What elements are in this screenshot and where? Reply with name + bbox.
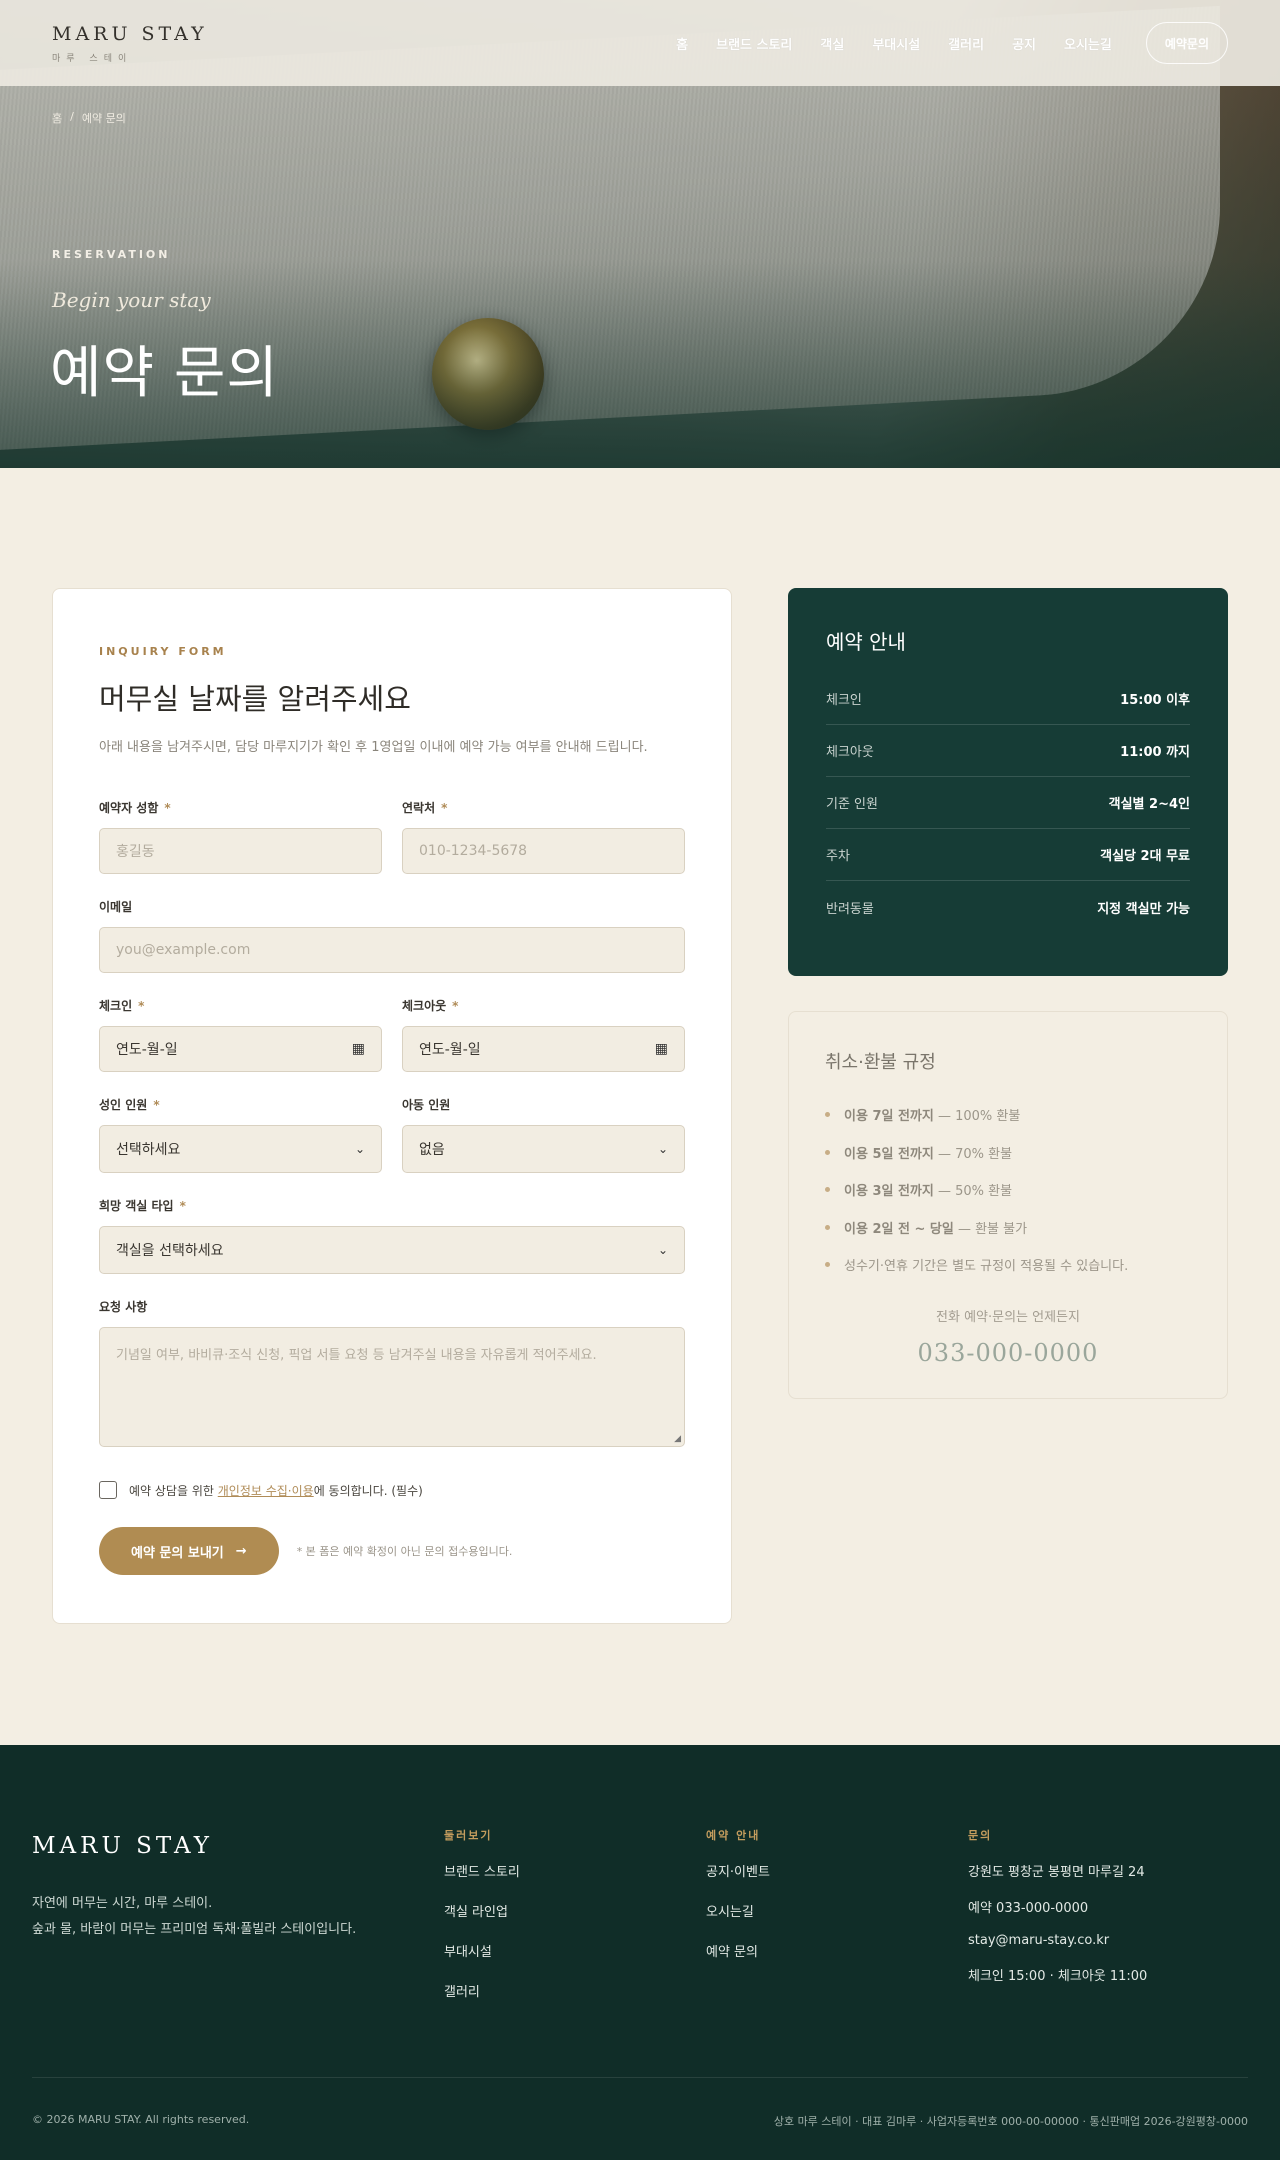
adults-label: 성인 인원 * — [99, 1098, 160, 1112]
footer-link-gallery[interactable]: 갤러리 — [444, 1981, 520, 2000]
footer-link-inquiry[interactable]: 예약 문의 — [706, 1941, 770, 1960]
checkout-label: 체크아웃 * — [402, 999, 459, 1013]
submit-inquiry-button[interactable]: 예약 문의 보내기 → — [99, 1527, 279, 1575]
breadcrumb-current: 예약 문의 — [81, 112, 126, 125]
footer-divider — [32, 2077, 1248, 2078]
children-select[interactable]: 없음 ⌄ — [402, 1125, 685, 1173]
call-label: 전화 예약·문의는 언제든지 — [936, 1309, 1080, 1325]
hero-script: Begin your stay — [52, 288, 211, 312]
list-item: 이용 7일 전까지 — 100% 환불 — [825, 1096, 1191, 1134]
chevron-down-icon: ⌄ — [354, 1142, 365, 1156]
list-item: 이용 5일 전까지 — 70% 환불 — [825, 1134, 1191, 1172]
guide-row: 체크인 15:00 이후 — [826, 673, 1190, 725]
footer-col-contact: 문의 강원도 평창군 봉평면 마루길 24 예약 033-000-0000 st… — [968, 1829, 1148, 1984]
footer-col-reservation: 예약 안내 공지·이벤트 오시는길 예약 문의 — [706, 1829, 770, 1960]
room-type-label: 희망 객실 타입 * — [99, 1199, 186, 1213]
arrow-right-icon: → — [235, 1543, 247, 1559]
checkin-label: 체크인 * — [99, 999, 145, 1013]
breadcrumb-home[interactable]: 홈 — [52, 110, 62, 126]
adults-select[interactable]: 선택하세요 ⌄ — [99, 1125, 382, 1173]
main-nav: 홈 브랜드 스토리 객실 부대시설 갤러리 공지 오시는길 예약문의 — [676, 22, 1228, 64]
phone-number-link[interactable]: 033-000-0000 — [825, 1339, 1191, 1367]
nav-directions[interactable]: 오시는길 — [1064, 34, 1112, 53]
site-header: MARU STAY 마루 스테이 홈 브랜드 스토리 객실 부대시설 갤러리 공… — [0, 0, 1280, 86]
submit-note: * 본 폼은 예약 확정이 아닌 문의 접수용입니다. — [296, 1545, 513, 1558]
guide-row: 기준 인원 객실별 2~4인 — [826, 777, 1190, 829]
page-title: 예약 문의 — [50, 341, 279, 406]
room-type-select[interactable]: 객실을 선택하세요 ⌄ — [99, 1226, 685, 1274]
phone-label: 연락처 * — [402, 801, 448, 815]
guide-row: 주차 객실당 2대 무료 — [826, 829, 1190, 881]
footer-logo[interactable]: MARU STAY — [32, 1833, 213, 1859]
logo-subtext: 마루 스테이 — [52, 53, 133, 64]
footer-description: 자연에 머무는 시간, 마루 스테이. 숲과 물, 바람이 머무는 프리미엄 독… — [32, 1896, 357, 1937]
bullet-icon — [825, 1112, 830, 1118]
copyright: © 2026 MARU STAY. All rights reserved. — [32, 2113, 250, 2126]
list-item: 이용 2일 전 ~ 당일 — 환불 불가 — [825, 1209, 1191, 1247]
hero-eyebrow: RESERVATION — [52, 248, 171, 261]
guide-row: 체크아웃 11:00 까지 — [826, 725, 1190, 777]
footer-hours: 체크인 15:00 · 체크아웃 11:00 — [968, 1969, 1148, 1984]
request-label: 요청 사항 — [99, 1300, 148, 1314]
nav-home[interactable]: 홈 — [676, 34, 688, 53]
footer-link-facilities[interactable]: 부대시설 — [444, 1941, 520, 1960]
policy-list: 이용 7일 전까지 — 100% 환불 이용 5일 전까지 — 70% 환불 이… — [825, 1096, 1191, 1284]
children-label: 아동 인원 — [402, 1098, 451, 1112]
list-item: 이용 3일 전까지 — 50% 환불 — [825, 1171, 1191, 1209]
footer-link-brand-story[interactable]: 브랜드 스토리 — [444, 1861, 520, 1880]
privacy-checkbox[interactable] — [99, 1481, 117, 1499]
email-label: 이메일 — [99, 900, 133, 914]
business-info: 상호 마루 스테이 · 대표 김마루 · 사업자등록번호 000-00-0000… — [773, 2115, 1248, 2128]
checkout-date-input[interactable]: 연도-월-일 ▦ — [402, 1026, 685, 1072]
list-item: 성수기·연휴 기간은 별도 규정이 적용될 수 있습니다. — [825, 1246, 1191, 1284]
footer-link-room-lineup[interactable]: 객실 라인업 — [444, 1901, 520, 1920]
bullet-icon — [825, 1262, 830, 1268]
form-eyebrow: INQUIRY FORM — [99, 645, 227, 658]
footer-phone[interactable]: 예약 033-000-0000 — [968, 1897, 1147, 1916]
privacy-policy-link[interactable]: 개인정보 수집·이용 — [218, 1484, 314, 1498]
policy-title: 취소·환불 규정 — [825, 1052, 936, 1073]
refund-policy-card: 취소·환불 규정 이용 7일 전까지 — 100% 환불 이용 5일 전까지 —… — [788, 1011, 1228, 1399]
breadcrumb: 홈 / 예약 문의 — [52, 110, 126, 126]
chevron-down-icon: ⌄ — [657, 1243, 668, 1257]
nav-gallery[interactable]: 갤러리 — [948, 34, 984, 53]
name-input[interactable]: 홍길동 — [99, 828, 382, 874]
logo[interactable]: MARU STAY 마루 스테이 — [52, 23, 208, 64]
breadcrumb-separator: / — [70, 110, 74, 123]
site-footer: MARU STAY 자연에 머무는 시간, 마루 스테이. 숲과 물, 바람이 … — [0, 1745, 1280, 2160]
reservation-cta-button[interactable]: 예약문의 — [1145, 22, 1228, 64]
resize-handle-icon[interactable]: ◢ — [674, 1434, 681, 1444]
bullet-icon — [825, 1224, 830, 1230]
footer-address: 강원도 평창군 봉평면 마루길 24 — [968, 1865, 1145, 1880]
bullet-icon — [825, 1187, 830, 1193]
form-title: 머무실 날짜를 알려주세요 — [99, 682, 411, 716]
guide-row: 반려동물 지정 객실만 가능 — [826, 901, 1190, 917]
nav-notice[interactable]: 공지 — [1012, 34, 1036, 53]
form-description: 아래 내용을 남겨주시면, 담당 마루지기가 확인 후 1영업일 이내에 예약 … — [99, 740, 648, 755]
calendar-icon[interactable]: ▦ — [352, 1041, 365, 1057]
bullet-icon — [825, 1149, 830, 1155]
nav-rooms[interactable]: 객실 — [820, 34, 844, 53]
checkin-date-input[interactable]: 연도-월-일 ▦ — [99, 1026, 382, 1072]
chevron-down-icon: ⌄ — [657, 1142, 668, 1156]
calendar-icon[interactable]: ▦ — [655, 1041, 668, 1057]
nav-facilities[interactable]: 부대시설 — [872, 34, 920, 53]
footer-link-directions[interactable]: 오시는길 — [706, 1901, 770, 1920]
footer-email[interactable]: stay@maru-stay.co.kr — [968, 1933, 1147, 1948]
nav-brand-story[interactable]: 브랜드 스토리 — [716, 34, 792, 53]
guide-title: 예약 안내 — [826, 630, 906, 654]
footer-col-explore: 둘러보기 브랜드 스토리 객실 라인업 부대시설 갤러리 — [444, 1829, 520, 2000]
inquiry-form-card: INQUIRY FORM 머무실 날짜를 알려주세요 아래 내용을 남겨주시면,… — [52, 588, 732, 1624]
email-input[interactable]: you@example.com — [99, 927, 685, 973]
reservation-guide-card: 예약 안내 체크인 15:00 이후 체크아웃 11:00 까지 기준 인원 객실별 … — [788, 588, 1228, 976]
logo-text: MARU STAY — [52, 22, 208, 45]
footer-link-notice-events[interactable]: 공지·이벤트 — [706, 1861, 770, 1880]
name-label: 예약자 성함 * — [99, 801, 171, 815]
request-textarea[interactable]: 기념일 여부, 바비큐·조식 신청, 픽업 서틀 요청 등 남겨주실 내용을 자… — [99, 1327, 685, 1447]
privacy-agreement: 예약 상담을 위한 개인정보 수집·이용에 동의합니다. (필수) — [99, 1481, 685, 1499]
phone-input[interactable]: 010-1234-5678 — [402, 828, 685, 874]
